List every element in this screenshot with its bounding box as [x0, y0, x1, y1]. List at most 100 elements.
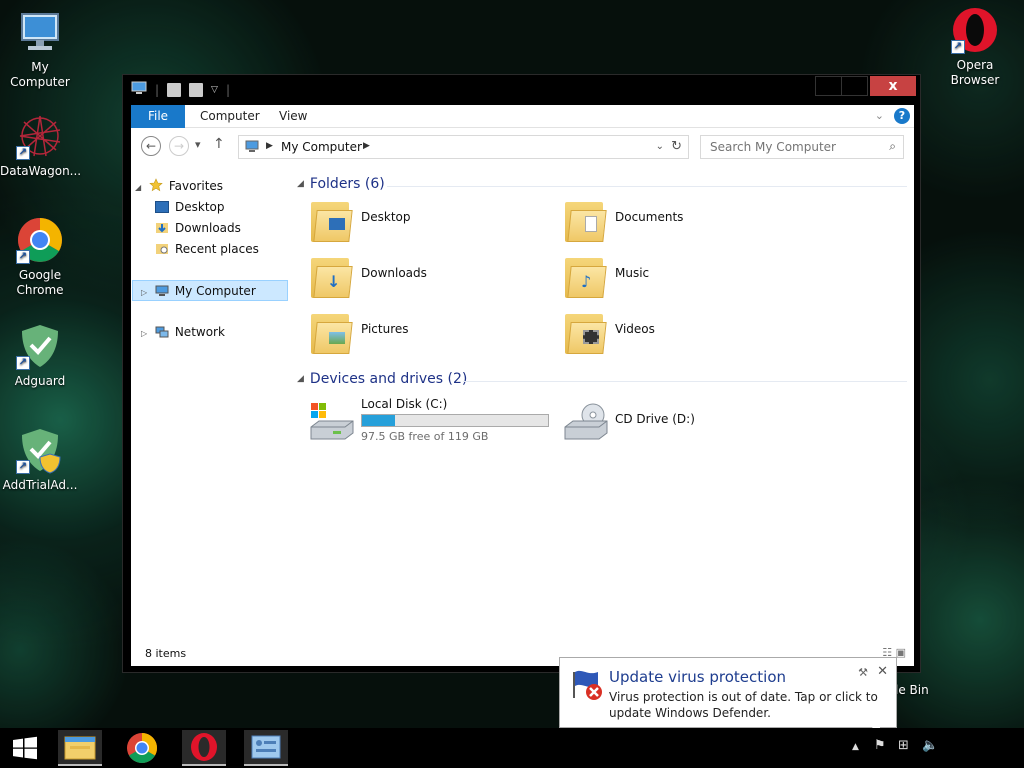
tab-computer[interactable]: Computer	[200, 105, 260, 128]
drive-free-space: 97.5 GB free of 119 GB	[361, 430, 489, 443]
search-input[interactable]	[701, 136, 879, 158]
explorer-window: | ▽ | x File Computer View ⌄ ? ← → ▾ ↑ ▶…	[122, 74, 921, 673]
adguard-icon: ↗	[16, 322, 64, 370]
windows-logo-icon	[13, 736, 37, 760]
hard-drive-icon	[309, 403, 355, 441]
settings-wrench-icon[interactable]: ⚒	[858, 666, 868, 679]
search-box[interactable]: ⌕	[700, 135, 904, 159]
network-status-icon[interactable]: ⊞	[898, 738, 909, 753]
search-icon[interactable]: ⌕	[889, 139, 896, 154]
tab-file[interactable]: File	[131, 105, 185, 128]
desktop-icon-label: Adguard	[14, 374, 66, 388]
sidebar-item-downloads[interactable]: Downloads	[155, 218, 241, 239]
item-count: 8 items	[145, 647, 187, 660]
computer-icon	[245, 140, 259, 154]
folder-label: Desktop	[361, 210, 411, 224]
refresh-icon[interactable]: ↻	[671, 139, 682, 154]
sidebar-item-my-computer[interactable]: ▷ My Computer	[132, 280, 288, 301]
taskbar-chrome[interactable]	[120, 730, 164, 766]
file-explorer-icon	[64, 736, 96, 760]
tab-view[interactable]: View	[279, 105, 307, 128]
pictures-folder-icon	[309, 308, 353, 356]
taskbar-control-panel[interactable]	[244, 730, 288, 766]
network-icon	[155, 324, 169, 338]
notification-body: Virus protection is out of date. Tap or …	[609, 690, 878, 720]
customize-chevron-icon[interactable]: ▽	[211, 85, 218, 95]
sidebar-item-network[interactable]: ▷ Network	[141, 322, 225, 343]
folder-tile-downloads[interactable]: ↓ Downloads	[309, 252, 549, 302]
expand-arrow-icon[interactable]: ▷	[141, 323, 151, 344]
title-bar[interactable]: | ▽ | x	[123, 75, 920, 105]
desktop-icon	[155, 201, 169, 213]
desktop-icon-my-computer[interactable]: My Computer	[0, 8, 80, 90]
back-button[interactable]: ←	[141, 136, 161, 156]
collapse-arrow-icon: ◢	[297, 374, 304, 384]
recycle-bin-label[interactable]: le Bin	[895, 683, 929, 697]
taskbar: ▲ ⚑ ⊞ 🔈	[0, 728, 1024, 768]
drive-label: CD Drive (D:)	[615, 412, 695, 426]
start-button[interactable]	[0, 728, 50, 768]
folder-label: Documents	[615, 210, 684, 224]
properties-icon[interactable]	[167, 82, 182, 97]
videos-folder-icon	[563, 308, 607, 356]
folder-tile-desktop[interactable]: Desktop	[309, 196, 549, 246]
show-hidden-icons-icon[interactable]: ▲	[852, 742, 859, 752]
maximize-button[interactable]	[841, 76, 868, 96]
forward-button[interactable]: →	[169, 136, 189, 156]
close-icon[interactable]: ✕	[877, 664, 888, 679]
folder-label: Pictures	[361, 322, 409, 336]
computer-icon	[155, 283, 169, 296]
folder-tile-music[interactable]: ♪ Music	[563, 252, 803, 302]
folder-label: Downloads	[361, 266, 427, 280]
desktop-icon-adguard[interactable]: ↗ Adguard	[0, 322, 80, 389]
breadcrumb-chevron-icon[interactable]: ▶	[266, 141, 273, 151]
music-folder-icon: ♪	[563, 252, 607, 300]
sidebar-item-recent-places[interactable]: Recent places	[155, 239, 259, 260]
close-button[interactable]: x	[870, 76, 916, 96]
navigation-pane: ◢ Favorites Desktop Downloads Recent pla…	[131, 166, 291, 640]
defender-notification[interactable]: Update virus protection Virus protection…	[559, 657, 897, 739]
drive-usage-fill	[362, 415, 396, 426]
chrome-icon: ↗	[16, 216, 64, 264]
expand-arrow-icon[interactable]: ▷	[141, 282, 151, 303]
divider	[387, 186, 907, 187]
sidebar-item-desktop[interactable]: Desktop	[155, 197, 225, 218]
folder-tile-documents[interactable]: Documents	[563, 196, 803, 246]
taskbar-file-explorer[interactable]	[58, 730, 102, 766]
drive-label: Local Disk (C:)	[361, 397, 448, 411]
desktop-icon-label: AddTrialAd...	[2, 478, 78, 492]
address-bar[interactable]: ▶ My Computer ▶ ⌄ ↻	[238, 135, 689, 159]
folder-label: Videos	[615, 322, 655, 336]
control-panel-icon	[251, 735, 281, 759]
minimize-button[interactable]	[815, 76, 842, 96]
recent-locations-icon[interactable]: ▾	[195, 138, 201, 151]
expand-ribbon-icon[interactable]: ⌄	[875, 109, 884, 122]
desktop-icon-datawagon[interactable]: ↗ DataWagon...	[0, 112, 81, 179]
sidebar-item-label: Desktop	[175, 200, 225, 214]
collapse-arrow-icon[interactable]: ◢	[135, 177, 145, 198]
taskbar-opera[interactable]	[182, 730, 226, 766]
drive-tile-cd-drive-d[interactable]: CD Drive (D:)	[563, 397, 763, 447]
sidebar-item-favorites[interactable]: ◢ Favorites	[135, 176, 223, 197]
desktop-icon-google-chrome[interactable]: ↗ Google Chrome	[0, 216, 80, 298]
volume-muted-icon[interactable]: 🔈	[922, 738, 938, 753]
downloads-icon	[155, 220, 169, 233]
chrome-icon	[127, 733, 158, 764]
folder-tile-videos[interactable]: Videos	[563, 308, 803, 358]
address-dropdown-icon[interactable]: ⌄	[656, 141, 664, 152]
drives-group-header[interactable]: ◢ Devices and drives (2)	[297, 371, 467, 391]
drive-tile-local-disk-c[interactable]: Local Disk (C:) 97.5 GB free of 119 GB	[309, 397, 559, 447]
desktop-icon-label: Opera Browser	[950, 58, 1000, 87]
action-center-flag-icon[interactable]: ⚑	[874, 738, 886, 753]
up-icon[interactable]: ↑	[213, 136, 225, 152]
breadcrumb[interactable]: My Computer	[281, 140, 362, 154]
shortcut-arrow-icon: ↗	[16, 460, 30, 474]
new-folder-icon[interactable]	[189, 82, 204, 97]
sidebar-item-label: My Computer	[174, 284, 256, 298]
desktop-icon-opera[interactable]: ↗ Opera Browser	[935, 6, 1015, 88]
desktop-icon-addtrial[interactable]: ↗ AddTrialAd...	[0, 426, 80, 493]
folder-tile-pictures[interactable]: Pictures	[309, 308, 549, 358]
breadcrumb-chevron-icon[interactable]: ▶	[363, 141, 370, 151]
folders-group-header[interactable]: ◢ Folders (6)	[297, 176, 385, 196]
help-icon[interactable]: ?	[894, 108, 910, 124]
